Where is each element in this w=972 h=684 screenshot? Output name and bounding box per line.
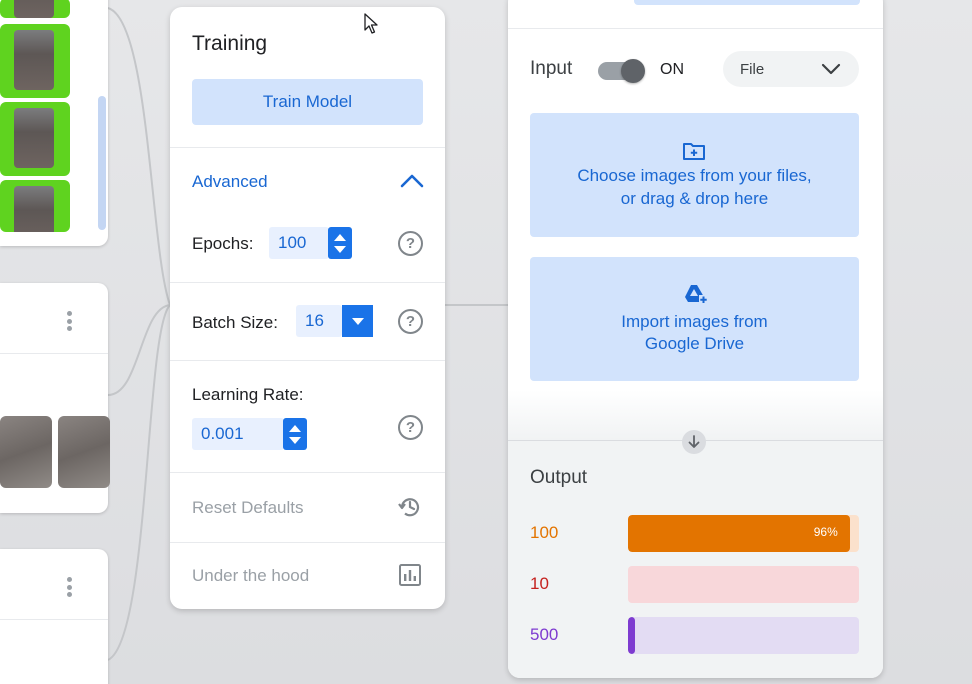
class-sample-image[interactable] bbox=[58, 416, 110, 488]
output-title: Output bbox=[530, 467, 588, 488]
drive-text-line1: Import images from bbox=[621, 312, 768, 331]
class-sample-image[interactable] bbox=[0, 180, 70, 232]
section-divider bbox=[170, 472, 445, 473]
confidence-bar bbox=[628, 617, 859, 654]
learning-rate-label: Learning Rate: bbox=[192, 385, 304, 404]
class-card-3 bbox=[0, 549, 108, 684]
epochs-stepper[interactable] bbox=[328, 227, 352, 259]
import-from-drive-area[interactable]: Import images from Google Drive bbox=[530, 257, 859, 381]
class-card-1 bbox=[0, 0, 108, 246]
card-divider bbox=[0, 353, 108, 354]
class-sample-image[interactable] bbox=[0, 102, 70, 176]
under-the-hood-button[interactable]: Under the hood bbox=[192, 566, 309, 586]
section-divider bbox=[508, 28, 883, 29]
preview-panel: Input ON File Choose images from your fi… bbox=[508, 0, 883, 678]
reset-defaults-button[interactable]: Reset Defaults bbox=[192, 498, 304, 518]
input-label: Input bbox=[530, 58, 573, 79]
google-drive-add-icon bbox=[685, 285, 708, 304]
learning-rate-stepper[interactable] bbox=[283, 418, 307, 450]
advanced-toggle-label[interactable]: Advanced bbox=[192, 172, 268, 192]
confidence-bar bbox=[628, 566, 859, 603]
help-icon[interactable]: ? bbox=[398, 309, 423, 334]
batch-size-select[interactable]: 16 bbox=[296, 305, 342, 337]
class-sample-image[interactable] bbox=[0, 416, 52, 488]
input-toggle-knob[interactable] bbox=[621, 59, 645, 83]
samples-scrollbar[interactable] bbox=[98, 96, 106, 230]
class-sample-image[interactable] bbox=[0, 0, 70, 18]
upload-text-line1: Choose images from your files, bbox=[577, 166, 812, 185]
epochs-value: 100 bbox=[278, 233, 307, 252]
output-class-label: 100 bbox=[530, 523, 559, 542]
batch-size-value: 16 bbox=[305, 311, 324, 330]
card-divider bbox=[0, 619, 108, 620]
training-title: Training bbox=[192, 32, 268, 55]
batch-size-label: Batch Size: bbox=[192, 313, 278, 332]
more-options-icon[interactable] bbox=[61, 308, 77, 334]
export-model-button[interactable] bbox=[634, 0, 860, 5]
confidence-bar-fill bbox=[628, 617, 635, 654]
chevron-up-icon[interactable] bbox=[398, 170, 426, 192]
output-class-label: 500 bbox=[530, 625, 559, 644]
section-divider bbox=[170, 282, 445, 283]
input-source-value: File bbox=[740, 61, 765, 78]
more-options-icon[interactable] bbox=[61, 574, 77, 600]
batch-size-dropdown-button[interactable] bbox=[342, 305, 373, 337]
drive-text-line2: Google Drive bbox=[644, 334, 745, 353]
section-divider bbox=[170, 542, 445, 543]
learning-rate-value: 0.001 bbox=[201, 424, 244, 443]
class-sample-image[interactable] bbox=[0, 24, 70, 98]
learning-rate-input[interactable]: 0.001 bbox=[192, 418, 284, 450]
class-card-2 bbox=[0, 283, 110, 513]
output-class-label: 10 bbox=[530, 574, 549, 593]
section-divider bbox=[170, 360, 445, 361]
input-source-select[interactable]: File bbox=[723, 51, 859, 87]
help-icon[interactable]: ? bbox=[398, 415, 423, 440]
train-model-button[interactable]: Train Model bbox=[192, 79, 423, 125]
mouse-cursor-icon bbox=[364, 13, 378, 34]
epochs-input[interactable]: 100 bbox=[269, 227, 329, 259]
confidence-bar: 96% bbox=[628, 515, 859, 552]
chevron-down-icon bbox=[821, 63, 841, 75]
toggle-state-label: ON bbox=[660, 61, 684, 78]
upload-text-line2: or drag & drop here bbox=[620, 189, 769, 208]
confidence-percent: 96% bbox=[813, 525, 838, 539]
arrow-down-icon[interactable] bbox=[682, 430, 706, 454]
help-icon[interactable]: ? bbox=[398, 231, 423, 256]
bar-chart-icon[interactable] bbox=[398, 563, 422, 587]
training-panel: Training Train Model Advanced Epochs: 10… bbox=[170, 7, 445, 609]
folder-add-icon bbox=[683, 143, 705, 160]
section-divider bbox=[170, 147, 445, 148]
epochs-label: Epochs: bbox=[192, 234, 254, 253]
upload-from-files-area[interactable]: Choose images from your files, or drag &… bbox=[530, 113, 859, 237]
history-icon[interactable] bbox=[397, 494, 423, 520]
